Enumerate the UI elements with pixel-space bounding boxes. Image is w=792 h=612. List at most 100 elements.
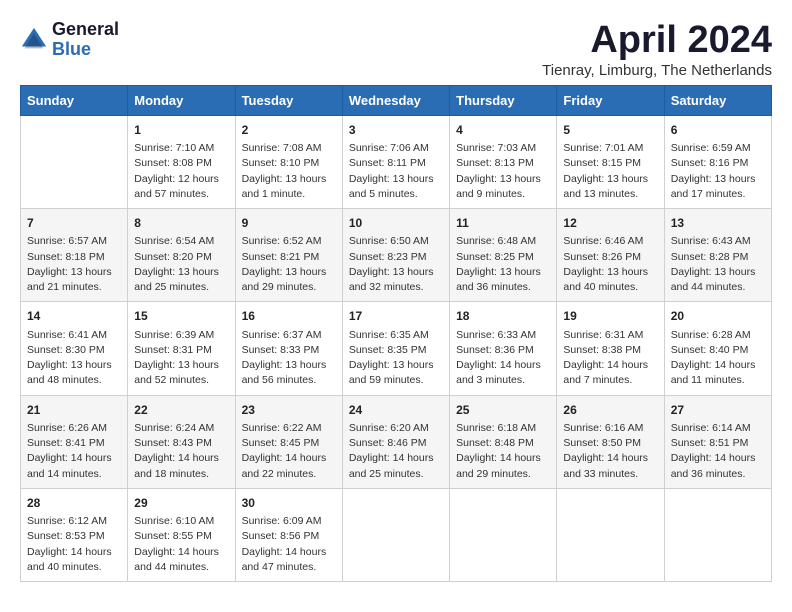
day-number: 9 — [242, 215, 336, 232]
calendar-cell: 14 Sunrise: 6:41 AM Sunset: 8:30 PM Dayli… — [21, 302, 128, 395]
calendar-cell: 25 Sunrise: 6:18 AM Sunset: 8:48 PM Dayli… — [450, 395, 557, 488]
day-info: Sunrise: 6:18 AM Sunset: 8:48 PM Dayligh… — [456, 421, 550, 482]
logo-general: General — [52, 20, 119, 40]
calendar-cell: 2 Sunrise: 7:08 AM Sunset: 8:10 PM Daylig… — [235, 115, 342, 208]
calendar-cell: 3 Sunrise: 7:06 AM Sunset: 8:11 PM Daylig… — [342, 115, 449, 208]
logo-icon — [20, 26, 48, 54]
calendar-cell — [664, 488, 771, 581]
day-number: 6 — [671, 122, 765, 139]
logo-blue: Blue — [52, 40, 119, 60]
calendar-week-1: 1 Sunrise: 7:10 AM Sunset: 8:08 PM Daylig… — [21, 115, 772, 208]
day-number: 2 — [242, 122, 336, 139]
day-info: Sunrise: 6:46 AM Sunset: 8:26 PM Dayligh… — [563, 234, 657, 295]
calendar-cell: 11 Sunrise: 6:48 AM Sunset: 8:25 PM Dayli… — [450, 209, 557, 302]
day-info: Sunrise: 6:26 AM Sunset: 8:41 PM Dayligh… — [27, 421, 121, 482]
calendar-cell: 20Sunrise: 6:28 AM Sunset: 8:40 PM Dayli… — [664, 302, 771, 395]
calendar-cell: 4Sunrise: 7:03 AM Sunset: 8:13 PM Daylig… — [450, 115, 557, 208]
calendar-table: SundayMondayTuesdayWednesdayThursdayFrid… — [20, 85, 772, 582]
day-info: Sunrise: 6:41 AM Sunset: 8:30 PM Dayligh… — [27, 328, 121, 389]
day-info: Sunrise: 6:50 AM Sunset: 8:23 PM Dayligh… — [349, 234, 443, 295]
day-info: Sunrise: 6:12 AM Sunset: 8:53 PM Dayligh… — [27, 514, 121, 575]
calendar-week-2: 7 Sunrise: 6:57 AM Sunset: 8:18 PM Daylig… — [21, 209, 772, 302]
calendar-body: 1 Sunrise: 7:10 AM Sunset: 8:08 PM Daylig… — [21, 115, 772, 581]
calendar-cell: 9Sunrise: 6:52 AM Sunset: 8:21 PM Daylig… — [235, 209, 342, 302]
day-info: Sunrise: 6:57 AM Sunset: 8:18 PM Dayligh… — [27, 234, 121, 295]
calendar-cell: 13Sunrise: 6:43 AM Sunset: 8:28 PM Dayli… — [664, 209, 771, 302]
day-number: 4 — [456, 122, 550, 139]
calendar-cell: 10 Sunrise: 6:50 AM Sunset: 8:23 PM Dayli… — [342, 209, 449, 302]
day-info: Sunrise: 6:16 AM Sunset: 8:50 PM Dayligh… — [563, 421, 657, 482]
page-subtitle: Tienray, Limburg, The Netherlands — [542, 62, 772, 79]
day-info: Sunrise: 6:54 AM Sunset: 8:20 PM Dayligh… — [134, 234, 228, 295]
day-info: Sunrise: 7:08 AM Sunset: 8:10 PM Dayligh… — [242, 141, 336, 202]
calendar-cell: 17 Sunrise: 6:35 AM Sunset: 8:35 PM Dayli… — [342, 302, 449, 395]
day-info: Sunrise: 6:35 AM Sunset: 8:35 PM Dayligh… — [349, 328, 443, 389]
calendar-cell: 15 Sunrise: 6:39 AM Sunset: 8:31 PM Dayli… — [128, 302, 235, 395]
day-number: 26 — [563, 402, 657, 419]
day-number: 10 — [349, 215, 443, 232]
day-info: Sunrise: 6:09 AM Sunset: 8:56 PM Dayligh… — [242, 514, 336, 575]
day-number: 13 — [671, 215, 765, 232]
day-number: 28 — [27, 495, 121, 512]
day-info: Sunrise: 6:39 AM Sunset: 8:31 PM Dayligh… — [134, 328, 228, 389]
day-info: Sunrise: 6:37 AM Sunset: 8:33 PM Dayligh… — [242, 328, 336, 389]
day-info: Sunrise: 6:48 AM Sunset: 8:25 PM Dayligh… — [456, 234, 550, 295]
logo: General Blue — [20, 20, 119, 60]
day-info: Sunrise: 6:22 AM Sunset: 8:45 PM Dayligh… — [242, 421, 336, 482]
weekday-header-tuesday: Tuesday — [235, 85, 342, 115]
day-info: Sunrise: 7:10 AM Sunset: 8:08 PM Dayligh… — [134, 141, 228, 202]
weekday-header-row: SundayMondayTuesdayWednesdayThursdayFrid… — [21, 85, 772, 115]
calendar-cell: 21 Sunrise: 6:26 AM Sunset: 8:41 PM Dayli… — [21, 395, 128, 488]
calendar-cell: 29Sunrise: 6:10 AM Sunset: 8:55 PM Dayli… — [128, 488, 235, 581]
day-number: 1 — [134, 122, 228, 139]
day-number: 25 — [456, 402, 550, 419]
calendar-cell: 28 Sunrise: 6:12 AM Sunset: 8:53 PM Dayli… — [21, 488, 128, 581]
day-number: 30 — [242, 495, 336, 512]
day-number: 15 — [134, 308, 228, 325]
day-info: Sunrise: 6:20 AM Sunset: 8:46 PM Dayligh… — [349, 421, 443, 482]
day-number: 17 — [349, 308, 443, 325]
day-number: 23 — [242, 402, 336, 419]
weekday-header-friday: Friday — [557, 85, 664, 115]
day-number: 12 — [563, 215, 657, 232]
day-number: 8 — [134, 215, 228, 232]
weekday-header-saturday: Saturday — [664, 85, 771, 115]
calendar-cell: 12 Sunrise: 6:46 AM Sunset: 8:26 PM Dayli… — [557, 209, 664, 302]
calendar-cell: 30 Sunrise: 6:09 AM Sunset: 8:56 PM Dayli… — [235, 488, 342, 581]
day-number: 21 — [27, 402, 121, 419]
day-number: 3 — [349, 122, 443, 139]
weekday-header-sunday: Sunday — [21, 85, 128, 115]
calendar-cell: 22Sunrise: 6:24 AM Sunset: 8:43 PM Dayli… — [128, 395, 235, 488]
day-number: 11 — [456, 215, 550, 232]
calendar-header: SundayMondayTuesdayWednesdayThursdayFrid… — [21, 85, 772, 115]
day-number: 24 — [349, 402, 443, 419]
calendar-cell: 19Sunrise: 6:31 AM Sunset: 8:38 PM Dayli… — [557, 302, 664, 395]
day-info: Sunrise: 7:01 AM Sunset: 8:15 PM Dayligh… — [563, 141, 657, 202]
weekday-header-wednesday: Wednesday — [342, 85, 449, 115]
calendar-cell — [557, 488, 664, 581]
day-number: 27 — [671, 402, 765, 419]
calendar-week-3: 14 Sunrise: 6:41 AM Sunset: 8:30 PM Dayli… — [21, 302, 772, 395]
calendar-cell: 16Sunrise: 6:37 AM Sunset: 8:33 PM Dayli… — [235, 302, 342, 395]
weekday-header-monday: Monday — [128, 85, 235, 115]
day-number: 7 — [27, 215, 121, 232]
calendar-cell: 24 Sunrise: 6:20 AM Sunset: 8:46 PM Dayli… — [342, 395, 449, 488]
day-number: 5 — [563, 122, 657, 139]
day-number: 29 — [134, 495, 228, 512]
calendar-cell: 7 Sunrise: 6:57 AM Sunset: 8:18 PM Daylig… — [21, 209, 128, 302]
day-number: 20 — [671, 308, 765, 325]
calendar-cell: 18Sunrise: 6:33 AM Sunset: 8:36 PM Dayli… — [450, 302, 557, 395]
day-info: Sunrise: 6:14 AM Sunset: 8:51 PM Dayligh… — [671, 421, 765, 482]
calendar-cell: 26 Sunrise: 6:16 AM Sunset: 8:50 PM Dayli… — [557, 395, 664, 488]
day-info: Sunrise: 6:24 AM Sunset: 8:43 PM Dayligh… — [134, 421, 228, 482]
calendar-cell: 1 Sunrise: 7:10 AM Sunset: 8:08 PM Daylig… — [128, 115, 235, 208]
day-info: Sunrise: 6:59 AM Sunset: 8:16 PM Dayligh… — [671, 141, 765, 202]
weekday-header-thursday: Thursday — [450, 85, 557, 115]
day-info: Sunrise: 7:06 AM Sunset: 8:11 PM Dayligh… — [349, 141, 443, 202]
day-number: 14 — [27, 308, 121, 325]
calendar-cell: 6 Sunrise: 6:59 AM Sunset: 8:16 PM Daylig… — [664, 115, 771, 208]
calendar-cell: 5 Sunrise: 7:01 AM Sunset: 8:15 PM Daylig… — [557, 115, 664, 208]
title-section: April 2024 Tienray, Limburg, The Netherl… — [542, 20, 772, 79]
calendar-week-5: 28 Sunrise: 6:12 AM Sunset: 8:53 PM Dayli… — [21, 488, 772, 581]
calendar-cell: 23 Sunrise: 6:22 AM Sunset: 8:45 PM Dayli… — [235, 395, 342, 488]
